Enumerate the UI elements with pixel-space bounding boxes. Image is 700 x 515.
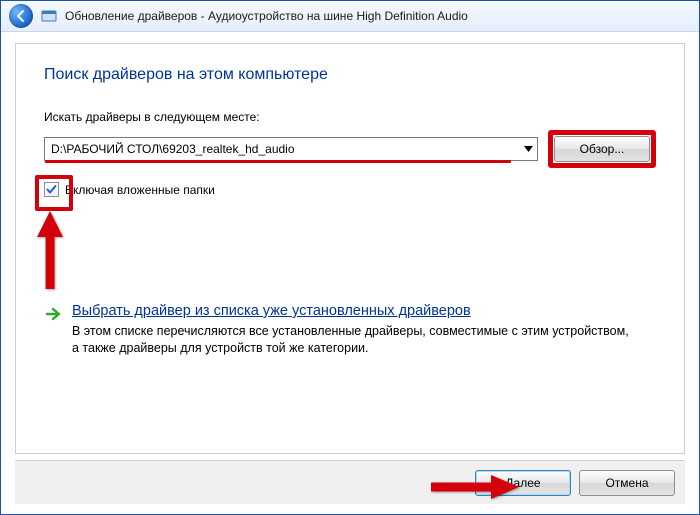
path-row: D:\РАБОЧИЙ СТОЛ\69203_realtek_hd_audio О…: [44, 130, 656, 168]
browse-button[interactable]: Обзор...: [554, 136, 650, 162]
option-title: Выбрать драйвер из списка уже установлен…: [72, 303, 632, 319]
dropdown-icon: [524, 146, 533, 152]
back-button[interactable]: [9, 4, 33, 28]
path-combobox[interactable]: D:\РАБОЧИЙ СТОЛ\69203_realtek_hd_audio: [44, 137, 538, 161]
window-icon: [41, 8, 57, 24]
cancel-button[interactable]: Отмена: [579, 470, 675, 496]
include-subfolders-checkbox[interactable]: [44, 182, 59, 197]
include-subfolders-label: Включая вложенные папки: [65, 183, 215, 197]
driver-update-window: Обновление драйверов - Аудиоустройство н…: [0, 0, 700, 515]
search-location-label: Искать драйверы в следующем месте:: [44, 110, 656, 124]
content-panel: Поиск драйверов на этом компьютере Искат…: [15, 43, 685, 454]
pick-from-list-option[interactable]: Выбрать драйвер из списка уже установлен…: [44, 303, 656, 357]
page-heading: Поиск драйверов на этом компьютере: [44, 66, 656, 84]
titlebar: Обновление драйверов - Аудиоустройство н…: [1, 1, 699, 32]
annotation-underline: [45, 160, 511, 163]
window-title: Обновление драйверов - Аудиоустройство н…: [65, 9, 468, 23]
next-button[interactable]: Далее: [475, 470, 571, 496]
path-value: D:\РАБОЧИЙ СТОЛ\69203_realtek_hd_audio: [51, 142, 295, 156]
arrow-right-icon: [44, 305, 62, 357]
checkmark-icon: [46, 184, 57, 195]
back-arrow-icon: [14, 9, 28, 23]
include-subfolders-row: Включая вложенные папки: [44, 182, 656, 197]
option-description: В этом списке перечисляются все установл…: [72, 323, 632, 357]
browse-highlight: Обзор...: [548, 130, 656, 168]
footer-bar: Далее Отмена: [15, 460, 685, 504]
